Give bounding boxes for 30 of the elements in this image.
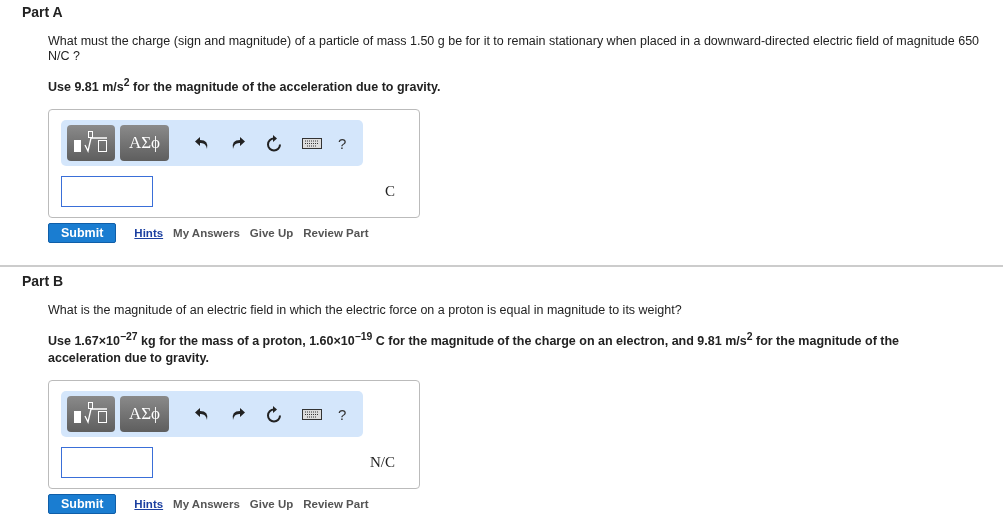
reset-icon[interactable] [266,405,282,423]
template-button[interactable] [67,396,115,433]
unit-label: C [385,183,395,201]
action-link[interactable]: Review Part [303,227,369,240]
given-text: Use 9.81 m/s$^{2}$ for the magnitude of the acceleration due to gravity. [48,76,442,97]
keyboard-icon[interactable] [302,408,322,420]
help-button[interactable]: ? [338,134,347,152]
part-title: Part A [22,4,64,20]
part-title: Part B [22,273,65,290]
keyboard-icon[interactable] [302,137,322,149]
question-text: What must the charge (sign and magnitude) of a particle of mass 1.50 g be for it to remain stationary when placed in a downward-directed electric field of magnitude 650 N/C ? [48,34,981,64]
action-link[interactable]: Review Part [303,498,369,511]
action-link[interactable]: Give Up [249,227,294,240]
answer-field[interactable] [61,176,153,208]
symbols-button[interactable]: ΑΣϕ [120,125,169,162]
given-text: Use 1.67×10$^{−27}$ kg for the mass of a proton, 1.60×10$^{−19}$ C for the magnitude of the charge on an electron, and 9.81 m/s$^{2}$ for the magnitude of the acceleration due to gravity. [48,330,901,368]
action-link[interactable]: My Answers [173,227,240,240]
reset-icon[interactable] [266,134,282,152]
unit-label: N/C [370,454,395,472]
action-link[interactable]: Hints [134,498,164,511]
action-link[interactable]: Hints [134,227,164,240]
action-link[interactable]: My Answers [173,498,240,511]
submit-button[interactable]: Submit [48,223,117,244]
submit-button[interactable]: Submit [48,494,117,515]
answer-field[interactable] [61,447,153,479]
action-link[interactable]: Give Up [249,498,294,511]
question-text: What is the magnitude of an electric field in which the electric force on a proton is equal in magnitude to its weight? [48,303,683,319]
symbols-button[interactable]: ΑΣϕ [120,396,169,433]
template-button[interactable] [67,125,115,162]
help-button[interactable]: ? [338,405,347,423]
